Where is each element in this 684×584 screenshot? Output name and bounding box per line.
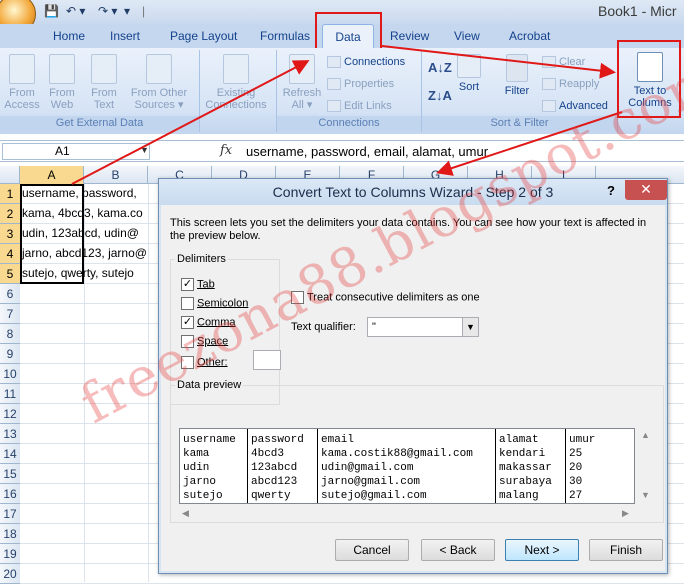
arrow-to-text-to-columns bbox=[381, 45, 616, 79]
arrow-to-from-text bbox=[71, 60, 310, 185]
